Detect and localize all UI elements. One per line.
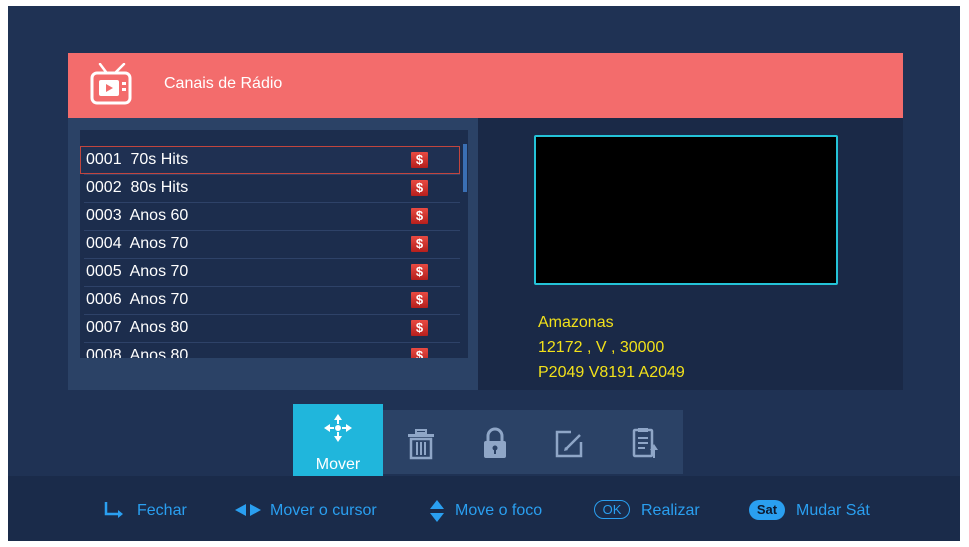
- scrambled-badge-icon: $: [411, 152, 428, 168]
- channel-name: Anos 70: [129, 291, 189, 308]
- channel-name: Anos 80: [129, 319, 189, 336]
- pid-info: P2049 V8191 A2049: [538, 364, 685, 381]
- channel-name: 80s Hits: [130, 179, 189, 196]
- scrambled-badge-icon: $: [411, 292, 428, 308]
- tv-icon: [90, 63, 132, 105]
- channel-name: Anos 70: [129, 235, 189, 252]
- channel-row[interactable]: 0007 Anos 80 $: [80, 314, 460, 342]
- channel-row[interactable]: 0008 Anos 80 $: [80, 342, 460, 358]
- scrambled-badge-icon: $: [411, 236, 428, 252]
- move-icon: [324, 414, 352, 442]
- scrambled-badge-icon: $: [411, 264, 428, 280]
- page-title: Canais de Rádio: [164, 75, 283, 92]
- scrambled-badge-icon: $: [411, 180, 428, 196]
- channel-number: 0002: [86, 179, 122, 196]
- focus-hint[interactable]: Move o foco: [455, 502, 542, 520]
- up-down-arrows-icon: [430, 500, 444, 522]
- channel-row[interactable]: 0005 Anos 70 $: [80, 258, 460, 286]
- sort-button[interactable]: [605, 410, 683, 474]
- channel-number: 0001: [86, 151, 122, 168]
- cursor-hint[interactable]: Mover o cursor: [270, 502, 377, 520]
- return-arrow-icon: [104, 502, 123, 518]
- sat-key-icon: Sat: [749, 500, 785, 520]
- channel-number: 0005: [86, 263, 122, 280]
- action-toolbar: Mover: [0, 404, 969, 480]
- lock-button[interactable]: [457, 410, 533, 474]
- ok-hint[interactable]: Realizar: [641, 502, 700, 520]
- channel-name: Anos 80: [129, 347, 189, 358]
- rename-button[interactable]: [531, 410, 607, 474]
- move-button[interactable]: Mover: [293, 404, 383, 480]
- channel-number: 0007: [86, 319, 122, 336]
- clipboard-icon: [632, 428, 658, 458]
- channel-number: 0004: [86, 235, 122, 252]
- channel-list[interactable]: 0001 70s Hits $ 0002 80s Hits $ 0003 Ano…: [80, 130, 468, 358]
- info-panel: Amazonas 12172 , V , 30000 P2049 V8191 A…: [478, 118, 903, 390]
- channel-number: 0003: [86, 207, 122, 224]
- trash-icon: [408, 429, 434, 460]
- sat-hint[interactable]: Mudar Sát: [796, 502, 870, 520]
- channel-number: 0006: [86, 291, 122, 308]
- left-right-arrows-icon: [235, 504, 261, 516]
- scrambled-badge-icon: $: [411, 348, 428, 358]
- video-preview: [534, 135, 838, 285]
- channel-row[interactable]: 0002 80s Hits $: [80, 174, 460, 202]
- scrambled-badge-icon: $: [411, 208, 428, 224]
- lock-icon: [484, 427, 506, 458]
- transponder-info: 12172 , V , 30000: [538, 339, 665, 356]
- channel-row[interactable]: 0006 Anos 70 $: [80, 286, 460, 314]
- close-hint[interactable]: Fechar: [137, 502, 187, 520]
- scrambled-badge-icon: $: [411, 320, 428, 336]
- channel-row[interactable]: 0004 Anos 70 $: [80, 230, 460, 258]
- footer-hints: Fechar Mover o cursor Move o foco OK Rea…: [8, 476, 960, 541]
- channel-name: Anos 60: [129, 207, 189, 224]
- channel-row[interactable]: 0001 70s Hits $: [80, 146, 460, 174]
- delete-button[interactable]: [383, 410, 459, 474]
- channel-number: 0008: [86, 347, 122, 358]
- channel-name: Anos 70: [129, 263, 189, 280]
- header-bar: Canais de Rádio: [68, 53, 903, 118]
- move-label: Mover: [315, 456, 361, 473]
- ok-key-icon: OK: [594, 500, 630, 519]
- satellite-name: Amazonas: [538, 314, 614, 331]
- channel-name: 70s Hits: [130, 151, 189, 168]
- edit-icon: [555, 430, 583, 458]
- channel-row[interactable]: 0003 Anos 60 $: [80, 202, 460, 230]
- channel-list-panel: 0001 70s Hits $ 0002 80s Hits $ 0003 Ano…: [68, 118, 478, 390]
- scrollbar-thumb[interactable]: [463, 144, 467, 192]
